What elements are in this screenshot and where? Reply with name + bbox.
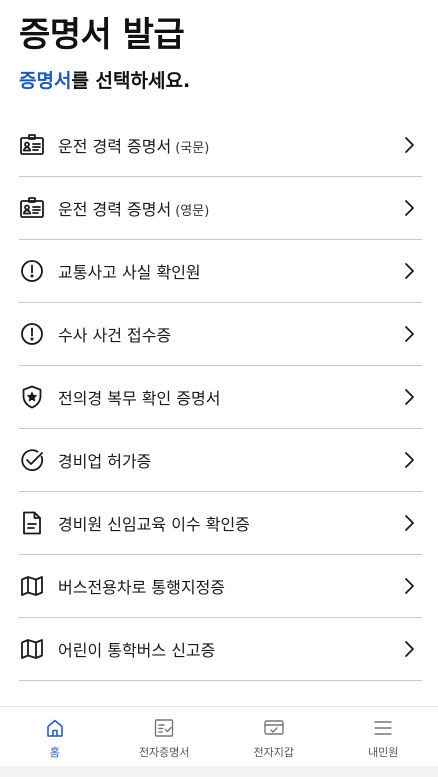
list-item-label: 경비원 신임교육 이수 확인증	[58, 515, 250, 534]
map-icon	[19, 636, 45, 662]
chevron-right-icon	[402, 135, 416, 155]
header: 증명서 발급 증명서를 선택하세요.	[19, 12, 419, 94]
chevron-right-icon	[402, 513, 416, 533]
page-title: 증명서 발급	[19, 15, 185, 55]
bottom-strip	[0, 766, 438, 777]
list-item-accident-confirmation[interactable]: 교통사고 사실 확인원	[19, 240, 422, 303]
alert-circle-icon	[19, 258, 45, 284]
list-item-driving-record-english[interactable]: 운전 경력 증명서 (영문)	[19, 177, 422, 240]
bottom-nav: 홈 전자증명서 전자지갑 내민원	[0, 706, 438, 767]
home-icon	[44, 717, 66, 739]
chevron-right-icon	[402, 324, 416, 344]
chevron-right-icon	[402, 387, 416, 407]
chevron-right-icon	[402, 261, 416, 281]
list-item-driving-record-korean[interactable]: 운전 경력 증명서 (국문)	[19, 114, 422, 177]
check-circle-icon	[19, 447, 45, 473]
chevron-right-icon	[402, 450, 416, 470]
chevron-right-icon	[402, 198, 416, 218]
certificate-icon	[153, 717, 175, 739]
nav-item-e-certificate[interactable]: 전자증명서	[110, 707, 220, 767]
nav-label: 내민원	[368, 746, 399, 759]
page-subtitle: 증명서를 선택하세요.	[19, 68, 419, 94]
list-item-security-permit[interactable]: 경비업 허가증	[19, 429, 422, 492]
nav-item-e-wallet[interactable]: 전자지갑	[219, 707, 329, 767]
shield-star-icon	[19, 384, 45, 410]
list-item-bus-lane-permit[interactable]: 버스전용차로 통행지정증	[19, 555, 422, 618]
chevron-right-icon	[402, 576, 416, 596]
list-item-label: 운전 경력 증명서 (영문)	[58, 200, 210, 219]
subtitle-accent: 증명서	[19, 70, 72, 92]
map-icon	[19, 573, 45, 599]
list-item-label: 버스전용차로 통행지정증	[58, 578, 226, 597]
list-item-investigation-receipt[interactable]: 수사 사건 접수증	[19, 303, 422, 366]
nav-item-my-requests[interactable]: 내민원	[329, 707, 438, 767]
nav-label: 전자지갑	[253, 746, 294, 759]
chevron-right-icon	[402, 639, 416, 659]
list-item-label: 전의경 복무 확인 증명서	[58, 389, 221, 408]
list-item-label: 경비업 허가증	[58, 452, 152, 471]
list-item-label: 교통사고 사실 확인원	[58, 263, 201, 282]
list-item-label: 어린이 통학버스 신고증	[58, 641, 216, 660]
alert-circle-icon	[19, 321, 45, 347]
document-icon	[19, 510, 45, 536]
list-item-label: 수사 사건 접수증	[58, 326, 172, 345]
list-item-guard-training[interactable]: 경비원 신임교육 이수 확인증	[19, 492, 422, 555]
list-item-label: 운전 경력 증명서 (국문)	[58, 137, 210, 156]
certificate-list: 운전 경력 증명서 (국문) 운전 경력 증명서 (영문) 교통사고 사실 확인…	[19, 114, 422, 681]
id-card-icon	[19, 195, 45, 221]
nav-item-home[interactable]: 홈	[0, 707, 110, 767]
subtitle-rest: 를 선택하세요.	[71, 70, 191, 92]
menu-icon	[372, 717, 394, 739]
wallet-icon	[263, 717, 285, 739]
list-item-service-certificate[interactable]: 전의경 복무 확인 증명서	[19, 366, 422, 429]
nav-label: 홈	[49, 746, 60, 759]
id-card-icon	[19, 132, 45, 158]
list-item-school-bus-registration[interactable]: 어린이 통학버스 신고증	[19, 618, 422, 681]
nav-label: 전자증명서	[138, 746, 190, 759]
